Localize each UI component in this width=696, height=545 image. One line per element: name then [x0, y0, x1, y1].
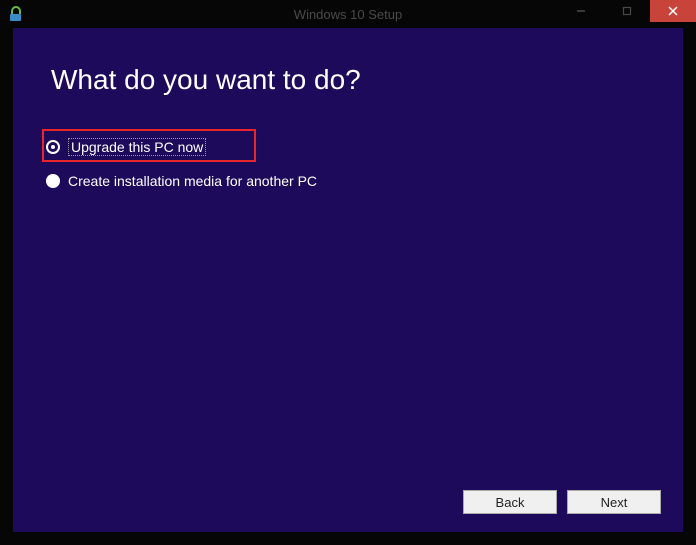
- back-button[interactable]: Back: [463, 490, 557, 514]
- radio-label[interactable]: Create installation media for another PC: [68, 173, 317, 189]
- maximize-button[interactable]: [604, 0, 650, 22]
- window: Windows 10 Setup What do you want to do?…: [0, 0, 696, 545]
- content-panel: What do you want to do? Upgrade this PC …: [13, 28, 683, 532]
- option-create-media[interactable]: Create installation media for another PC: [46, 168, 683, 194]
- option-upgrade-now[interactable]: Upgrade this PC now: [46, 134, 683, 160]
- close-button[interactable]: [650, 0, 696, 22]
- radio-icon[interactable]: [46, 174, 60, 188]
- radio-icon[interactable]: [46, 140, 60, 154]
- titlebar-controls: [558, 0, 696, 22]
- titlebar: Windows 10 Setup: [0, 0, 696, 28]
- options-group: Upgrade this PC now Create installation …: [13, 96, 683, 194]
- next-button[interactable]: Next: [567, 490, 661, 514]
- window-title: Windows 10 Setup: [294, 7, 402, 22]
- page-heading: What do you want to do?: [13, 28, 683, 96]
- minimize-button[interactable]: [558, 0, 604, 22]
- app-icon: [8, 5, 26, 23]
- radio-label[interactable]: Upgrade this PC now: [68, 138, 206, 156]
- footer-buttons: Back Next: [463, 490, 661, 514]
